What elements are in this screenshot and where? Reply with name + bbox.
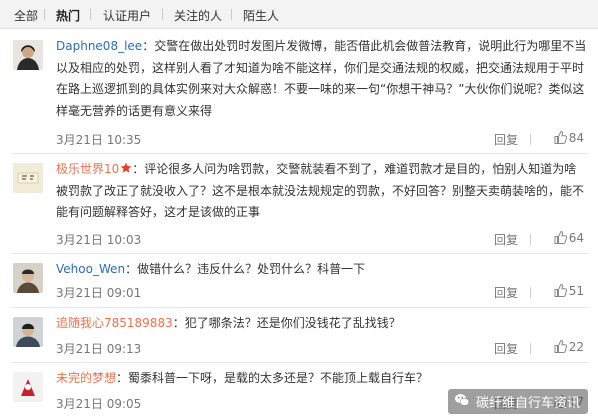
action-divider — [530, 134, 531, 145]
comment-actions: 回复 51 — [464, 283, 584, 301]
tab-divider — [90, 9, 91, 20]
comment-text: 做错什么？违反什么？处罚什么？科普一下 — [137, 262, 366, 276]
action-divider — [530, 234, 531, 245]
like-count: 51 — [568, 284, 584, 298]
thumbs-up-icon — [554, 283, 567, 297]
comment-time: 3月21日 09:01 — [56, 286, 142, 300]
comment-actions: 回复 22 — [464, 339, 584, 357]
like-button[interactable]: 64 — [554, 230, 584, 245]
colon-separator: ： — [142, 39, 155, 53]
comment-username[interactable]: 未完的梦想 — [56, 371, 116, 385]
comment-body: 追随我心785189883：犯了哪条法？还是你们没钱花了乱找钱？ — [56, 313, 588, 335]
comment-divider — [12, 307, 588, 308]
comment-username[interactable]: Daphne08_lee — [56, 39, 142, 53]
avatar[interactable] — [13, 163, 43, 193]
filter-tabs: 全部 热门 认证用户 关注的人 陌生人 — [0, 0, 598, 29]
comment-body: 未完的梦想：蜀黍科普一下呀，是载的太多还是？不能顶上载自行车？ — [56, 368, 588, 390]
avatar[interactable] — [13, 263, 43, 293]
avatar[interactable] — [13, 372, 43, 402]
comment-text: 蜀黍科普一下呀，是载的太多还是？不能顶上载自行车？ — [128, 371, 429, 385]
tab-divider — [44, 9, 45, 20]
avatar[interactable] — [13, 317, 43, 347]
like-button[interactable]: 22 — [554, 339, 584, 354]
like-button[interactable]: 51 — [554, 283, 584, 298]
colon-separator: ： — [172, 316, 185, 330]
comment-username[interactable]: Vehoo_Wen — [56, 262, 125, 276]
tab-divider — [231, 9, 232, 20]
comment-time: 3月21日 09:05 — [56, 397, 142, 411]
reply-button[interactable]: 回复 — [494, 231, 518, 248]
star-badge-icon — [120, 162, 132, 173]
like-count: 84 — [568, 131, 584, 145]
colon-separator: ： — [125, 262, 138, 276]
reply-button[interactable]: 回复 — [494, 284, 518, 301]
tab-hot[interactable]: 热门 — [56, 7, 80, 24]
tab-following[interactable]: 关注的人 — [174, 7, 222, 24]
comment-time: 3月21日 10:35 — [56, 133, 142, 147]
avatar[interactable] — [13, 40, 43, 70]
thumbs-up-icon — [554, 339, 567, 353]
comment-actions: 回复 84 — [464, 130, 584, 148]
tab-divider — [162, 9, 163, 20]
thumbs-up-icon — [554, 130, 567, 144]
tab-strangers[interactable]: 陌生人 — [243, 7, 279, 24]
comment-body: Daphne08_lee：交警在做出处罚时发图片发微博，能否借此机会做普法教育，… — [56, 36, 588, 122]
comment-actions: 回复 64 — [464, 230, 584, 248]
action-divider — [530, 343, 531, 354]
watermark-text: 碳纤维自行车资讯 — [475, 396, 580, 411]
comment-body: 极乐世界10 ：评论很多人问为啥罚款，交警就装看不到了，难道罚款才是目的，怕别人知… — [56, 159, 588, 224]
like-count: 22 — [568, 340, 584, 354]
wechat-logo-icon — [454, 394, 470, 406]
reply-button[interactable]: 回复 — [494, 131, 518, 148]
comment-time: 3月21日 09:13 — [56, 342, 142, 356]
comment-divider — [12, 362, 588, 363]
tab-all[interactable]: 全部 — [14, 7, 38, 24]
comment-time: 3月21日 10:03 — [56, 233, 142, 247]
thumbs-up-icon — [554, 230, 567, 244]
comment-text: 犯了哪条法？还是你们没钱花了乱找钱？ — [184, 316, 401, 330]
tab-verified-users[interactable]: 认证用户 — [103, 7, 151, 24]
comment-username[interactable]: 极乐世界10 — [56, 162, 119, 176]
like-count: 64 — [568, 231, 584, 245]
watermark: 碳纤维自行车资讯 — [447, 389, 588, 414]
action-divider — [530, 287, 531, 298]
comment-username[interactable]: 追随我心785189883 — [56, 316, 173, 330]
comment-divider — [12, 253, 588, 254]
colon-separator: ： — [116, 371, 129, 385]
comment-body: Vehoo_Wen：做错什么？违反什么？处罚什么？科普一下 — [56, 259, 588, 281]
reply-button[interactable]: 回复 — [494, 340, 518, 357]
like-button[interactable]: 84 — [554, 130, 584, 145]
comment-divider — [12, 153, 588, 154]
colon-separator: ： — [132, 162, 145, 176]
